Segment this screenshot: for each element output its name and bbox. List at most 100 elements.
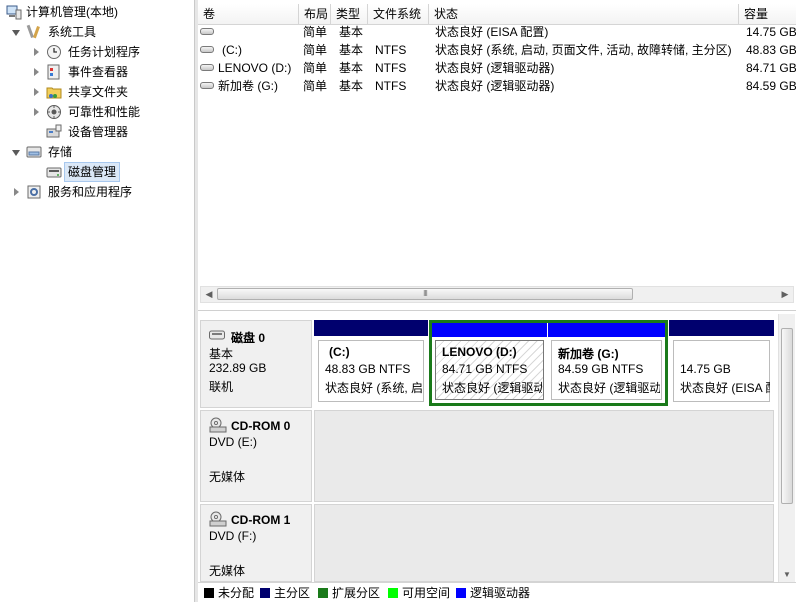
expand-arrow-icon[interactable]: [14, 188, 19, 196]
partition-bar: [432, 323, 547, 337]
extended-partition: LENOVO (D:) 84.71 GB NTFS 状态良好 (逻辑驱动 新加卷…: [429, 320, 668, 406]
tree-item-event-viewer[interactable]: 事件查看器: [0, 62, 194, 82]
navigation-tree: 计算机管理(本地) 系统工具 任务计划程序 事件查看器 共享文件夹 可靠性和性能…: [0, 0, 195, 602]
expand-arrow-icon[interactable]: [34, 88, 39, 96]
partition-bar: [314, 320, 428, 336]
tree-item-label: 服务和应用程序: [48, 185, 133, 199]
partition-status: 状态良好 (EISA 配: [680, 381, 770, 395]
tree-item-label: 磁盘管理: [64, 162, 121, 182]
partition-box: 新加卷 (G:) 84.59 GB NTFS 状态良好 (逻辑驱动: [551, 340, 662, 400]
drive-media-status: 无媒体: [209, 564, 246, 578]
drive-letter: DVD (E:): [209, 435, 257, 449]
scrollbar-thumb[interactable]: [781, 328, 793, 504]
legend-swatch: [260, 588, 270, 598]
scroll-left-arrow-icon[interactable]: ◀: [201, 287, 217, 302]
tree-item-task-scheduler[interactable]: 任务计划程序: [0, 42, 194, 62]
column-header-layout[interactable]: 布局: [298, 4, 330, 24]
cdrom-0-label[interactable]: CD-ROM 0 DVD (E:) 无媒体: [200, 410, 312, 502]
column-header-type[interactable]: 类型: [330, 4, 367, 24]
partition-d[interactable]: LENOVO (D:) 84.71 GB NTFS 状态良好 (逻辑驱动: [432, 323, 547, 403]
volume-capacity: 48.83 GB: [746, 43, 796, 57]
partition-size: 48.83 GB NTFS: [325, 362, 411, 376]
tree-item-reliability[interactable]: 可靠性和性能: [0, 102, 194, 122]
partition-g[interactable]: 新加卷 (G:) 84.59 GB NTFS 状态良好 (逻辑驱动: [548, 323, 665, 403]
partition-eisa[interactable]: 14.75 GB 状态良好 (EISA 配: [669, 320, 774, 406]
partition-box: LENOVO (D:) 84.71 GB NTFS 状态良好 (逻辑驱动: [435, 340, 544, 400]
collapse-arrow-icon[interactable]: [12, 150, 20, 156]
table-row[interactable]: LENOVO (D:) 简单 基本 NTFS 状态良好 (逻辑驱动器) 84.7…: [198, 59, 796, 77]
column-header-capacity[interactable]: 容量: [738, 4, 796, 24]
storage-icon: [26, 146, 42, 158]
services-icon: [27, 185, 41, 199]
tree-item-system-tools[interactable]: 系统工具: [0, 22, 194, 42]
tree-item-label: 任务计划程序: [68, 45, 141, 59]
disk-0-partitions: (C:) 48.83 GB NTFS 状态良好 (系统, 启 LENOVO (D…: [314, 320, 774, 408]
partition-status: 状态良好 (逻辑驱动: [442, 381, 542, 395]
scrollbar-thumb[interactable]: III: [217, 288, 633, 300]
table-row[interactable]: 简单 基本 状态良好 (EISA 配置) 14.75 GB: [198, 23, 796, 41]
scroll-down-arrow-icon[interactable]: ▼: [779, 568, 795, 582]
table-row[interactable]: (C:) 简单 基本 NTFS 状态良好 (系统, 启动, 页面文件, 活动, …: [198, 41, 796, 59]
event-viewer-icon: [47, 64, 60, 80]
volume-status: 状态良好 (系统, 启动, 页面文件, 活动, 故障转储, 主分区): [435, 43, 732, 57]
clock-icon: [47, 45, 61, 59]
partition-size: 84.59 GB NTFS: [558, 362, 644, 376]
tree-item-shared-folders[interactable]: 共享文件夹: [0, 82, 194, 102]
partition-status: 状态良好 (逻辑驱动: [558, 381, 660, 395]
cdrom-1-label[interactable]: CD-ROM 1 DVD (F:) 无媒体: [200, 504, 312, 582]
expand-arrow-icon[interactable]: [34, 48, 39, 56]
partition-label: 新加卷 (G:): [558, 347, 619, 361]
volume-icon: [200, 82, 214, 89]
partition-size: 14.75 GB: [680, 362, 731, 376]
tree-item-label: 设备管理器: [68, 125, 129, 139]
tree-item-computer-management[interactable]: 计算机管理(本地): [4, 2, 194, 22]
computer-management-icon: [6, 5, 22, 20]
tree-item-label: 事件查看器: [68, 65, 129, 79]
legend-label: 主分区: [274, 586, 311, 600]
volume-icon: [200, 64, 214, 71]
volume-icon: [200, 28, 214, 35]
table-row[interactable]: 新加卷 (G:) 简单 基本 NTFS 状态良好 (逻辑驱动器) 84.59 G…: [198, 77, 796, 95]
tree-item-label: 可靠性和性能: [68, 105, 141, 119]
tree-item-device-manager[interactable]: 设备管理器: [0, 122, 194, 142]
scroll-right-arrow-icon[interactable]: ▶: [777, 287, 793, 302]
tree-item-disk-management[interactable]: 磁盘管理: [0, 162, 194, 182]
collapse-arrow-icon[interactable]: [12, 30, 20, 36]
disk-0-label[interactable]: 磁盘 0 基本 232.89 GB 联机: [200, 320, 312, 408]
tree-item-label: 计算机管理(本地): [26, 5, 118, 19]
legend-swatch: [318, 588, 328, 598]
cdrom-drive-icon: [209, 511, 227, 527]
hard-disk-icon: [209, 330, 225, 340]
cdrom-drive-icon: [209, 417, 227, 433]
partition-bar: [669, 320, 774, 336]
tree-item-services-apps[interactable]: 服务和应用程序: [0, 182, 194, 202]
column-header-status[interactable]: 状态: [428, 4, 738, 24]
tree-item-label: 系统工具: [48, 25, 97, 39]
column-header-volume[interactable]: 卷: [198, 4, 298, 24]
cdrom-1-area: [314, 504, 774, 582]
tree-item-storage[interactable]: 存储: [0, 142, 194, 162]
expand-arrow-icon[interactable]: [34, 108, 39, 116]
disk-graphical-view: 磁盘 0 基本 232.89 GB 联机 (C:) 48.83 GB NTFS …: [198, 314, 796, 582]
volume-list-header: 卷 布局 类型 文件系统 状态 容量: [198, 4, 796, 25]
drive-name: CD-ROM 1: [231, 513, 291, 527]
vertical-scrollbar[interactable]: ▼: [778, 314, 795, 582]
volume-capacity: 14.75 GB: [746, 25, 796, 39]
volume-type: 基本: [339, 79, 364, 93]
drive-letter: DVD (F:): [209, 529, 257, 543]
column-header-filesystem[interactable]: 文件系统: [367, 4, 428, 24]
drive-media-status: 无媒体: [209, 470, 246, 484]
disk-name: 磁盘 0: [231, 331, 266, 345]
volume-filesystem: NTFS: [375, 61, 407, 75]
volume-capacity: 84.59 GB: [746, 79, 796, 93]
horizontal-scrollbar[interactable]: ◀ III ▶: [200, 286, 794, 303]
volume-name: LENOVO (D:): [218, 61, 292, 75]
legend-label: 扩展分区: [332, 586, 381, 600]
expand-arrow-icon[interactable]: [34, 68, 39, 76]
volume-layout: 简单: [303, 25, 328, 39]
partition-c[interactable]: (C:) 48.83 GB NTFS 状态良好 (系统, 启: [314, 320, 428, 406]
legend-label: 未分配: [218, 586, 255, 600]
volume-status: 状态良好 (逻辑驱动器): [435, 79, 555, 93]
volume-layout: 简单: [303, 61, 328, 75]
tree-item-label: 共享文件夹: [68, 85, 129, 99]
